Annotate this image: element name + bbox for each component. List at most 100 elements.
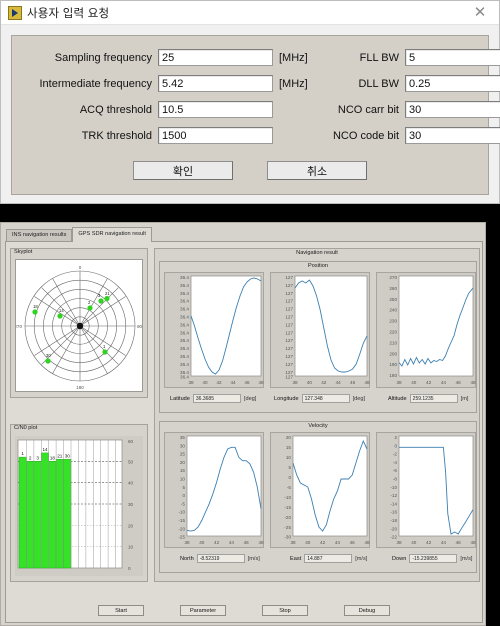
svg-text:10: 10 — [180, 477, 186, 482]
intermediate-frequency-label: Intermediate frequency — [39, 77, 152, 90]
north-unit: [m/s] — [247, 555, 260, 562]
svg-text:14: 14 — [42, 447, 48, 452]
svg-text:250: 250 — [389, 297, 397, 302]
svg-text:-10: -10 — [390, 485, 397, 490]
svg-text:-8: -8 — [393, 477, 398, 482]
svg-text:35: 35 — [180, 435, 186, 440]
svg-text:10: 10 — [128, 545, 134, 550]
altitude-graph: 270 260 250 240 230 220 210 200 190 180 38 40 42… — [376, 272, 476, 388]
svg-text:44: 44 — [230, 380, 236, 385]
svg-text:40: 40 — [411, 380, 417, 385]
tab-content-gps-sdr: Skyplot 0 90 180 70 21 3 2 14 18 1 30 C/… — [5, 241, 483, 623]
svg-text:180: 180 — [76, 385, 84, 390]
svg-text:-15: -15 — [178, 518, 185, 523]
start-button[interactable]: Start — [98, 605, 144, 616]
cancel-button[interactable]: 취소 — [267, 161, 367, 180]
svg-text:-22: -22 — [390, 535, 397, 540]
parameter-button[interactable]: Parameter — [180, 605, 226, 616]
stop-button[interactable]: Stop — [262, 605, 308, 616]
svg-text:36.4: 36.4 — [180, 283, 189, 288]
svg-text:38: 38 — [396, 380, 402, 385]
svg-text:36.4: 36.4 — [180, 307, 189, 312]
altitude-unit: [m] — [460, 395, 469, 402]
dialog-button-row: 확인 취소 — [12, 161, 488, 180]
svg-text:5: 5 — [288, 465, 291, 470]
velocity-group: Velocity 35 30 25 20 15 10 5 0 -5 -10 -15 -20 -2… — [159, 421, 477, 573]
svg-text:127: 127 — [285, 315, 293, 320]
skyplot-svg: 0 90 180 270 21 3 2 14 18 1 30 — [16, 265, 143, 390]
longitude-value: 127.348 — [301, 394, 350, 403]
svg-text:18: 18 — [33, 304, 38, 309]
svg-text:230: 230 — [389, 319, 397, 324]
svg-text:46: 46 — [244, 540, 250, 545]
svg-text:190: 190 — [389, 362, 397, 367]
nco-carr-bit-input[interactable]: 30 — [405, 101, 500, 118]
svg-text:21: 21 — [57, 454, 63, 459]
svg-text:-18: -18 — [390, 518, 397, 523]
svg-text:-25: -25 — [284, 525, 291, 530]
svg-text:40: 40 — [411, 540, 417, 545]
svg-text:-5: -5 — [181, 501, 186, 506]
svg-text:40: 40 — [199, 540, 205, 545]
trk-threshold-input[interactable]: 1500 — [158, 127, 273, 144]
east-velocity-graph: 20 15 10 5 0 -5 -10 -15 -20 -25 -30 38 40 42 44 46… — [270, 432, 370, 548]
cn0-group: C/N0 plot 1 2 3 14 18 21 30 0 10 20 30 4… — [10, 424, 148, 582]
nco-code-bit-input[interactable]: 30 — [405, 127, 500, 144]
svg-text:20: 20 — [128, 523, 134, 528]
nco-code-bit-label: NCO code bit — [332, 129, 399, 142]
svg-text:1: 1 — [103, 344, 106, 349]
svg-text:36.4: 36.4 — [180, 362, 189, 367]
svg-text:46: 46 — [350, 540, 356, 545]
east-label: East — [290, 555, 302, 562]
svg-text:0: 0 — [128, 566, 131, 571]
svg-text:15: 15 — [286, 445, 292, 450]
down-label: Down — [392, 555, 407, 562]
svg-text:260: 260 — [389, 286, 397, 291]
svg-text:0: 0 — [182, 493, 185, 498]
svg-text:127: 127 — [285, 275, 293, 280]
svg-text:18: 18 — [50, 456, 56, 461]
nco-carr-bit-label: NCO carr bit — [337, 103, 399, 116]
skyplot-group: Skyplot 0 90 180 70 21 3 2 14 18 1 30 — [10, 248, 148, 398]
svg-text:40: 40 — [307, 380, 313, 385]
tab-gps-sdr-navigation-result[interactable]: GPS SDR navigation result — [72, 227, 152, 242]
svg-text:220: 220 — [389, 330, 397, 335]
svg-text:44: 44 — [335, 540, 341, 545]
svg-text:48: 48 — [364, 380, 370, 385]
sampling-frequency-input[interactable]: 25 — [158, 49, 273, 66]
svg-text:50: 50 — [128, 459, 134, 464]
altitude-readout: Altitude 259.1235 [m] — [388, 394, 468, 403]
svg-text:127: 127 — [285, 375, 293, 380]
svg-text:127: 127 — [285, 299, 293, 304]
svg-text:240: 240 — [389, 308, 397, 313]
svg-text:46: 46 — [244, 380, 250, 385]
svg-text:42: 42 — [426, 380, 432, 385]
svg-text:-20: -20 — [178, 526, 185, 531]
ok-button[interactable]: 확인 — [133, 161, 233, 180]
svg-text:-5: -5 — [287, 485, 292, 490]
svg-text:1: 1 — [21, 451, 24, 456]
intermediate-frequency-input[interactable]: 5.42 — [158, 75, 273, 92]
dll-bw-input[interactable]: 0.25 — [405, 75, 500, 92]
altitude-label: Altitude — [388, 395, 407, 402]
svg-text:48: 48 — [258, 540, 264, 545]
svg-text:270: 270 — [389, 275, 397, 280]
position-group: Position 36.4 36.4 36.4 36.4 36.4 36.4 36.4 3… — [159, 261, 477, 413]
svg-text:210: 210 — [389, 340, 397, 345]
cn0-svg: 1 2 3 14 18 21 30 0 10 20 30 40 50 60 — [17, 439, 134, 571]
labview-icon — [8, 5, 22, 20]
dialog-title: 사용자 입력 요청 — [27, 7, 110, 20]
debug-button[interactable]: Debug — [344, 605, 390, 616]
close-icon[interactable]: ✕ — [465, 2, 495, 24]
svg-text:38: 38 — [290, 540, 296, 545]
svg-text:48: 48 — [470, 540, 476, 545]
latitude-unit: [deg] — [243, 395, 257, 402]
svg-text:3: 3 — [36, 456, 39, 461]
svg-text:38: 38 — [396, 540, 402, 545]
acq-threshold-input[interactable]: 10.5 — [158, 101, 273, 118]
fll-bw-input[interactable]: 5 — [405, 49, 500, 66]
window-separator — [0, 204, 500, 222]
sampling-frequency-label: Sampling frequency — [54, 51, 152, 64]
skyplot-title: Skyplot — [14, 249, 33, 255]
svg-text:60: 60 — [128, 439, 134, 444]
